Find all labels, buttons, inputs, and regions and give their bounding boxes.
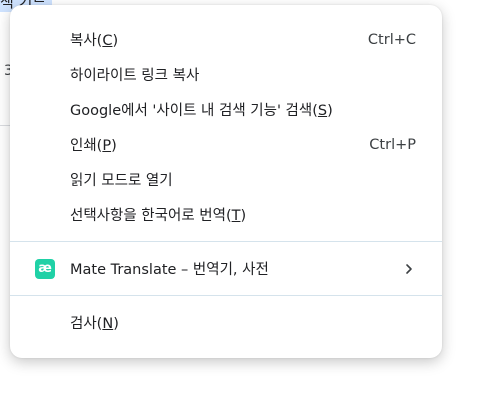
menu-item-print-label: 인쇄(P)	[70, 138, 117, 154]
menu-item-translate-selection-label: 선택사항을 한국어로 번역(T)	[70, 208, 247, 224]
menu-item-inspect-label: 검사(N)	[70, 316, 119, 332]
menu-item-reading-mode-label: 읽기 모드로 열기	[70, 173, 173, 189]
menu-item-reading-mode[interactable]: 읽기 모드로 열기	[10, 162, 442, 197]
menu-item-print-shortcut: Ctrl+P	[369, 136, 416, 153]
menu-separator	[10, 241, 442, 242]
menu-item-google-search[interactable]: Google에서 '사이트 내 검색 기능' 검색(S)	[10, 92, 442, 127]
menu-item-google-search-label: Google에서 '사이트 내 검색 기능' 검색(S)	[70, 103, 333, 119]
context-menu: 복사(C) Ctrl+C 하이라이트 링크 복사 Google에서 '사이트 내…	[10, 5, 442, 358]
menu-item-print[interactable]: 인쇄(P) Ctrl+P	[10, 127, 442, 162]
menu-item-translate-selection[interactable]: 선택사항을 한국어로 번역(T)	[10, 197, 442, 232]
menu-item-mate-translate[interactable]: æ Mate Translate – 번역기, 사전	[10, 251, 442, 286]
menu-item-inspect[interactable]: 검사(N)	[10, 305, 442, 340]
menu-item-copy-label: 복사(C)	[70, 33, 119, 49]
menu-item-copy[interactable]: 복사(C) Ctrl+C	[10, 22, 442, 57]
menu-item-copy-shortcut: Ctrl+C	[367, 31, 416, 48]
menu-item-copy-highlight-link[interactable]: 하이라이트 링크 복사	[10, 57, 442, 92]
chevron-right-icon	[406, 263, 412, 274]
menu-item-mate-translate-label: Mate Translate – 번역기, 사전	[70, 262, 269, 278]
mate-translate-icon: æ	[35, 258, 55, 279]
menu-item-copy-highlight-link-label: 하이라이트 링크 복사	[70, 68, 200, 84]
menu-separator	[10, 295, 442, 296]
